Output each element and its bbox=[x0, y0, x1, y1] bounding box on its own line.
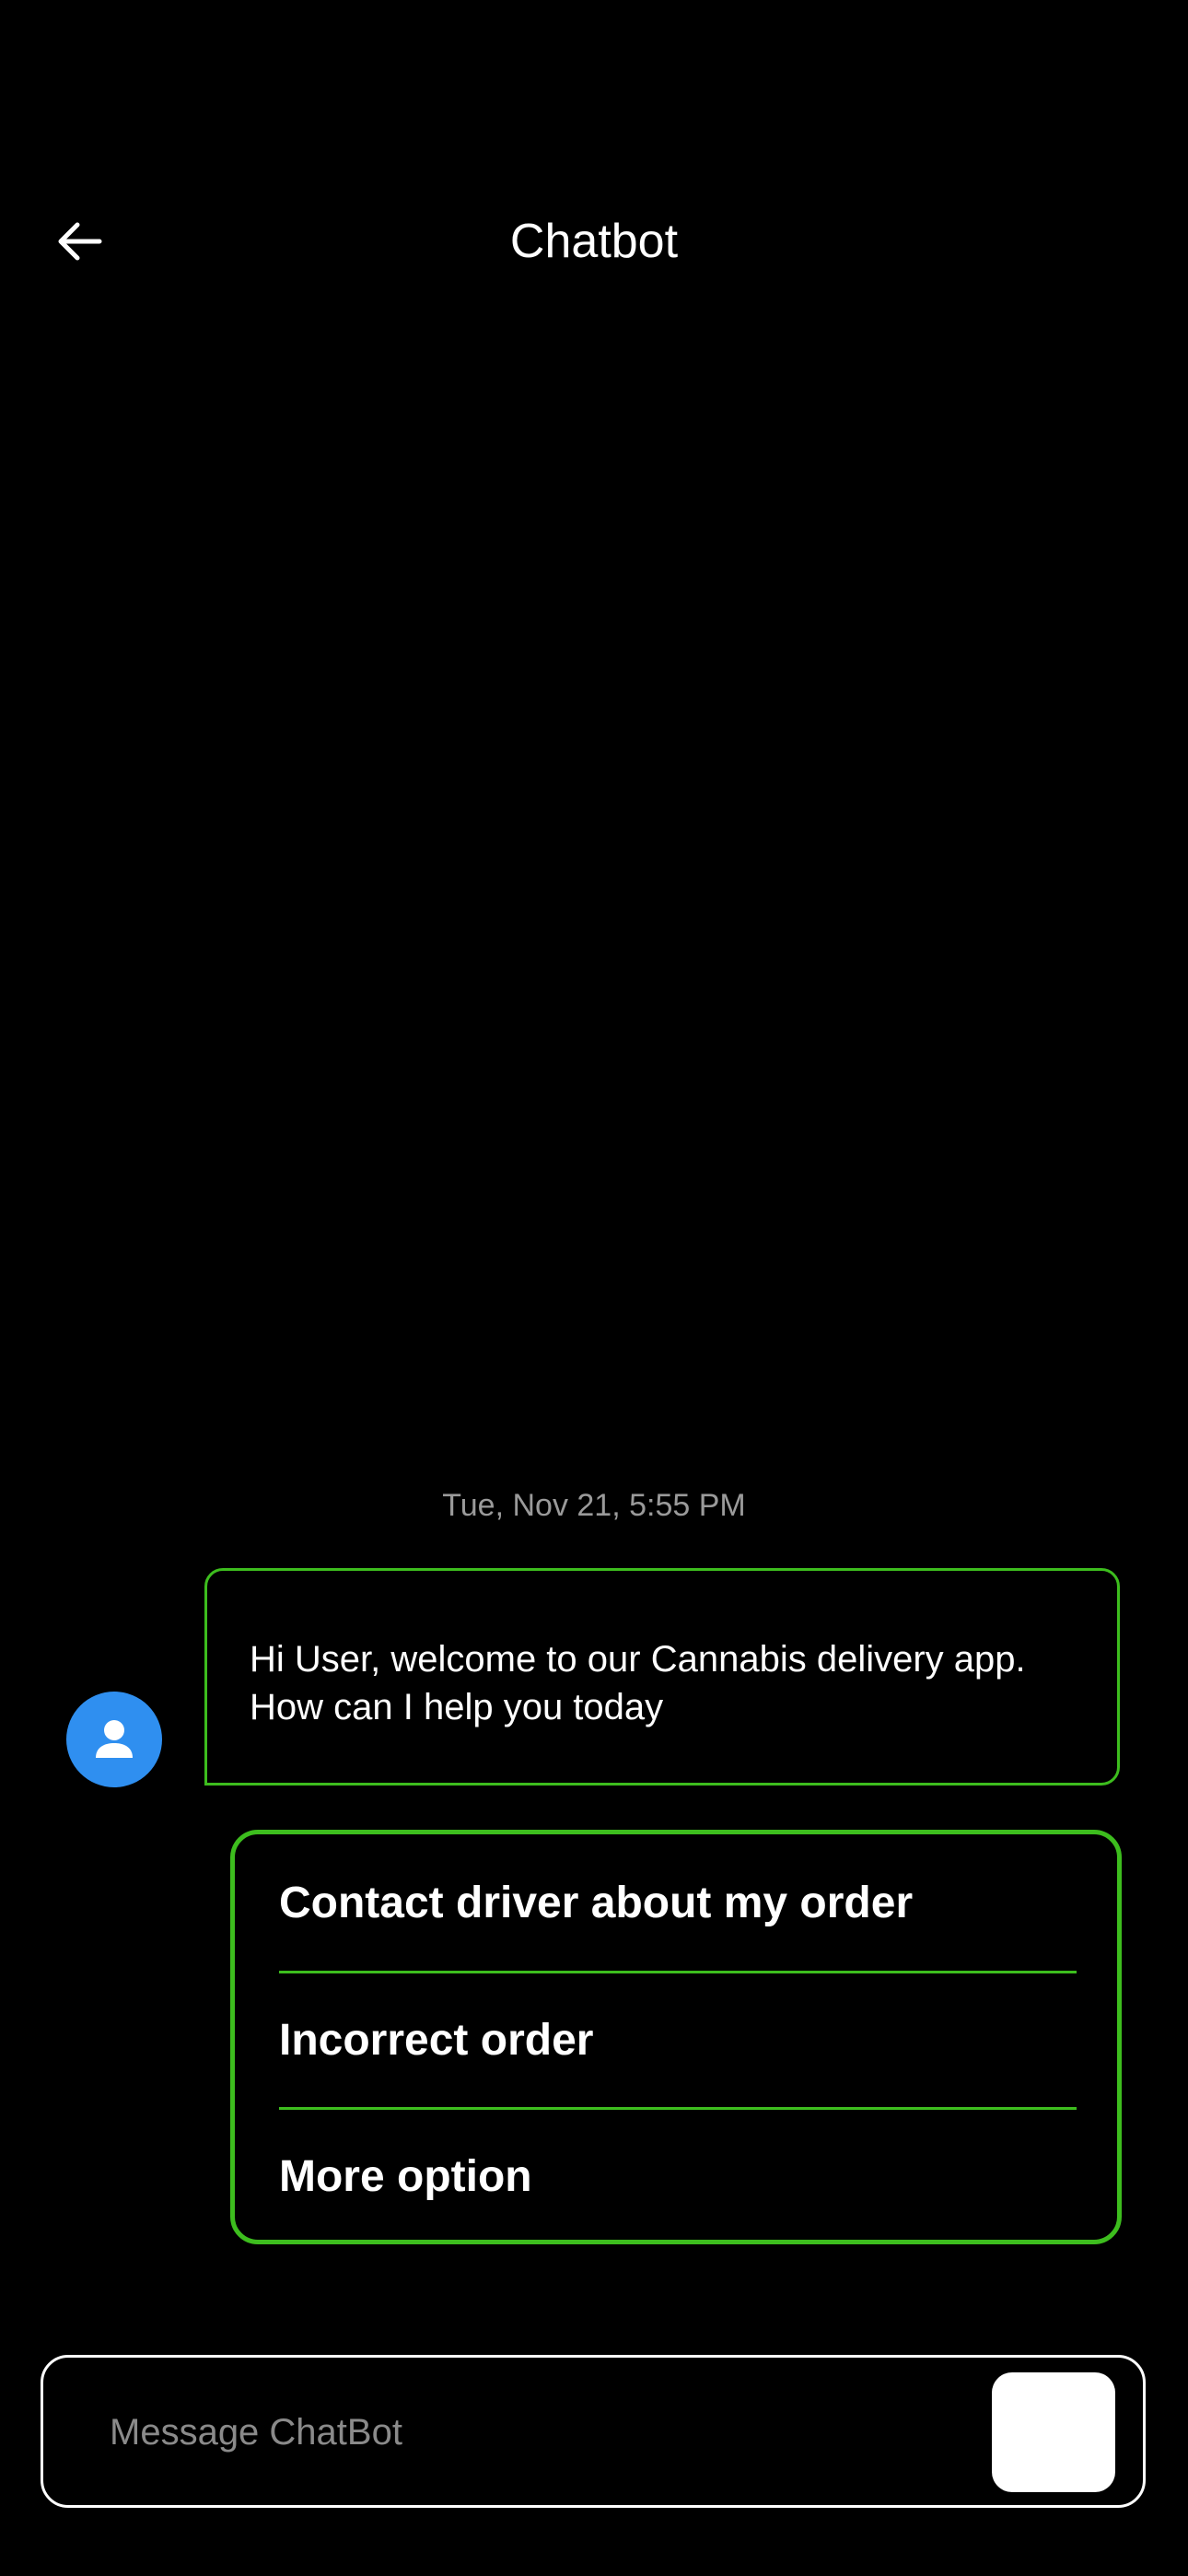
option-incorrect-order[interactable]: Incorrect order bbox=[279, 1973, 1077, 2107]
option-more[interactable]: More option bbox=[279, 2109, 1077, 2243]
bot-avatar bbox=[66, 1692, 162, 1787]
bot-message-text: Hi User, welcome to our Cannabis deliver… bbox=[250, 1639, 1026, 1727]
message-timestamp: Tue, Nov 21, 5:55 PM bbox=[442, 1488, 746, 1523]
bot-message-bubble: Hi User, welcome to our Cannabis deliver… bbox=[204, 1568, 1120, 1786]
person-icon bbox=[96, 1720, 133, 1758]
message-composer bbox=[41, 2355, 1146, 2508]
option-contact-driver[interactable]: Contact driver about my order bbox=[279, 1834, 1077, 1971]
app-header: Chatbot bbox=[0, 0, 1188, 313]
send-button[interactable] bbox=[992, 2372, 1115, 2492]
message-input[interactable] bbox=[108, 2385, 940, 2479]
quick-reply-options: Contact driver about my order Incorrect … bbox=[230, 1830, 1122, 2244]
page-title: Chatbot bbox=[509, 215, 679, 268]
